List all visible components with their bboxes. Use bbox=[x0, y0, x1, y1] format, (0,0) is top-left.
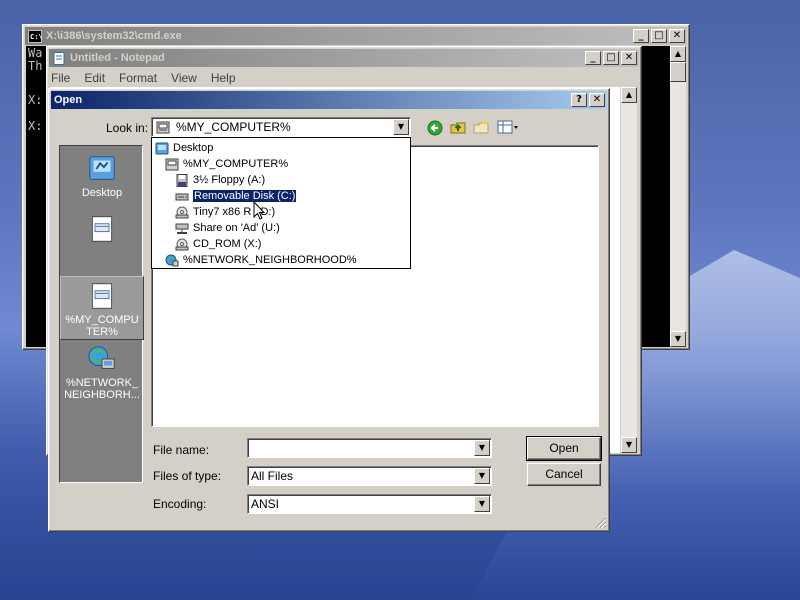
computer-icon bbox=[91, 283, 113, 309]
chevron-down-icon[interactable]: ▼ bbox=[474, 468, 490, 484]
desktop-icon bbox=[89, 156, 115, 180]
cmd-maximize-button[interactable]: □ bbox=[651, 29, 667, 43]
encoding-combo[interactable]: ANSI ▼ bbox=[247, 494, 492, 514]
notepad-icon bbox=[53, 51, 65, 65]
places-network[interactable]: %NETWORK_NEIGHBORH... bbox=[60, 344, 144, 401]
open-button[interactable]: Open bbox=[526, 436, 602, 461]
new-folder-icon[interactable] bbox=[473, 119, 489, 135]
dropdown-item-removable-disk[interactable]: Removable Disk (C:) bbox=[152, 188, 410, 204]
computer-icon bbox=[165, 158, 179, 170]
places-desktop-label: Desktop bbox=[81, 187, 123, 199]
chevron-down-icon[interactable]: ▼ bbox=[474, 440, 490, 456]
dropdown-item-label: 3½ Floppy (A:) bbox=[193, 174, 266, 186]
look-in-dropdown[interactable]: Desktop %MY_COMPUTER% 3½ Floppy (A:) Rem… bbox=[151, 137, 411, 269]
computer-icon bbox=[156, 121, 170, 133]
up-folder-icon[interactable] bbox=[450, 119, 466, 135]
dropdown-item-share[interactable]: Share on 'Ad' (U:) bbox=[152, 220, 410, 236]
places-desktop[interactable]: Desktop bbox=[60, 154, 144, 199]
network-icon bbox=[88, 346, 115, 369]
cmd-title: X:\i386\system32\cmd.exe bbox=[46, 30, 182, 42]
file-name-combo[interactable]: ▼ bbox=[247, 438, 492, 458]
dropdown-item-label: %NETWORK_NEIGHBORHOOD% bbox=[183, 254, 357, 266]
notepad-scroll-down-button[interactable]: ▼ bbox=[621, 437, 637, 453]
floppy-icon bbox=[176, 173, 188, 187]
view-menu-icon[interactable] bbox=[497, 119, 519, 135]
dropdown-item-label: Removable Disk (C:) bbox=[191, 189, 298, 203]
open-dialog-title: Open bbox=[54, 94, 83, 106]
notepad-close-button[interactable]: ✕ bbox=[621, 51, 637, 65]
menu-edit[interactable]: Edit bbox=[84, 71, 105, 85]
network-drive-icon bbox=[175, 223, 189, 234]
places-my-computer[interactable]: %MY_COMPUTER% bbox=[60, 276, 144, 340]
desktop-icon bbox=[155, 142, 169, 154]
dropdown-item-tiny7[interactable]: Tiny7 x86 R D:) bbox=[152, 204, 410, 220]
look-in-value: %MY_COMPUTER% bbox=[176, 120, 291, 134]
cmd-scroll-up-button[interactable]: ▲ bbox=[670, 46, 686, 62]
menu-help[interactable]: Help bbox=[211, 71, 236, 85]
dropdown-item-my-computer[interactable]: %MY_COMPUTER% bbox=[152, 156, 410, 172]
chevron-down-icon[interactable]: ▼ bbox=[474, 496, 490, 512]
cmd-scroll-thumb[interactable] bbox=[670, 62, 686, 82]
chevron-down-icon[interactable]: ▼ bbox=[393, 119, 409, 135]
files-of-type-combo[interactable]: All Files ▼ bbox=[247, 466, 492, 486]
menu-file[interactable]: File bbox=[51, 71, 70, 85]
encoding-label: Encoding: bbox=[153, 497, 207, 511]
dropdown-item-cd-rom[interactable]: CD_ROM (X:) bbox=[152, 236, 410, 252]
menu-view[interactable]: View bbox=[171, 71, 197, 85]
dropdown-item-desktop[interactable]: Desktop bbox=[152, 140, 410, 156]
encoding-value: ANSI bbox=[251, 497, 280, 511]
notepad-scroll-up-button[interactable]: ▲ bbox=[621, 87, 637, 103]
svg-text:C:\: C:\ bbox=[30, 33, 42, 41]
document-icon bbox=[91, 216, 113, 242]
notepad-menubar: File Edit Format View Help bbox=[47, 69, 641, 87]
dropdown-item-label: CD_ROM (X:) bbox=[193, 238, 262, 250]
places-bar: Desktop %MY_COMPUTER% %NETWORK_NEIGHBORH… bbox=[59, 145, 144, 483]
notepad-titlebar[interactable]: Untitled - Notepad _ □ ✕ bbox=[49, 49, 639, 67]
cmd-minimize-button[interactable]: _ bbox=[633, 29, 649, 43]
help-button[interactable]: ? bbox=[571, 93, 587, 107]
removable-disk-icon bbox=[175, 193, 189, 200]
back-icon[interactable] bbox=[427, 120, 443, 136]
cmd-close-button[interactable]: ✕ bbox=[669, 29, 685, 43]
cd-drive-icon bbox=[175, 238, 189, 250]
mouse-cursor-icon bbox=[253, 201, 265, 220]
dropdown-item-label: Desktop bbox=[173, 142, 214, 154]
open-dialog[interactable]: Open ? ✕ Look in: %MY_COMPUTER% ▼ Deskto… bbox=[48, 88, 610, 532]
dropdown-item-label: Share on 'Ad' (U:) bbox=[193, 222, 280, 234]
resize-grip-icon[interactable] bbox=[595, 517, 607, 529]
notepad-minimize-button[interactable]: _ bbox=[585, 51, 601, 65]
cancel-button[interactable]: Cancel bbox=[527, 463, 601, 486]
look-in-combo[interactable]: %MY_COMPUTER% ▼ bbox=[151, 117, 411, 137]
cd-drive-icon bbox=[175, 206, 189, 218]
notepad-title: Untitled - Notepad bbox=[70, 52, 165, 64]
notepad-maximize-button[interactable]: □ bbox=[603, 51, 619, 65]
cmd-scrollbar[interactable]: ▲ ▼ bbox=[670, 46, 686, 347]
files-of-type-label: Files of type: bbox=[153, 469, 222, 483]
files-of-type-value: All Files bbox=[251, 469, 294, 483]
places-document[interactable] bbox=[60, 214, 144, 247]
places-network-label: %NETWORK_NEIGHBORH... bbox=[64, 377, 140, 401]
file-name-label: File name: bbox=[153, 443, 210, 457]
menu-format[interactable]: Format bbox=[119, 71, 157, 85]
dropdown-item-network[interactable]: %NETWORK_NEIGHBORHOOD% bbox=[152, 252, 410, 268]
places-my-computer-label: %MY_COMPUTER% bbox=[65, 314, 139, 338]
notepad-scrollbar[interactable]: ▲ ▼ bbox=[621, 87, 637, 453]
open-dialog-close-button[interactable]: ✕ bbox=[589, 93, 605, 107]
look-in-label: Look in: bbox=[106, 121, 149, 135]
open-dialog-titlebar[interactable]: Open ? ✕ bbox=[51, 91, 607, 109]
cmd-scroll-down-button[interactable]: ▼ bbox=[670, 331, 686, 347]
dropdown-item-floppy[interactable]: 3½ Floppy (A:) bbox=[152, 172, 410, 188]
dropdown-item-label: %MY_COMPUTER% bbox=[183, 158, 289, 170]
cmd-icon: C:\ bbox=[28, 29, 42, 43]
network-icon bbox=[165, 254, 179, 266]
cmd-titlebar[interactable]: C:\ X:\i386\system32\cmd.exe _ □ ✕ bbox=[25, 27, 687, 45]
